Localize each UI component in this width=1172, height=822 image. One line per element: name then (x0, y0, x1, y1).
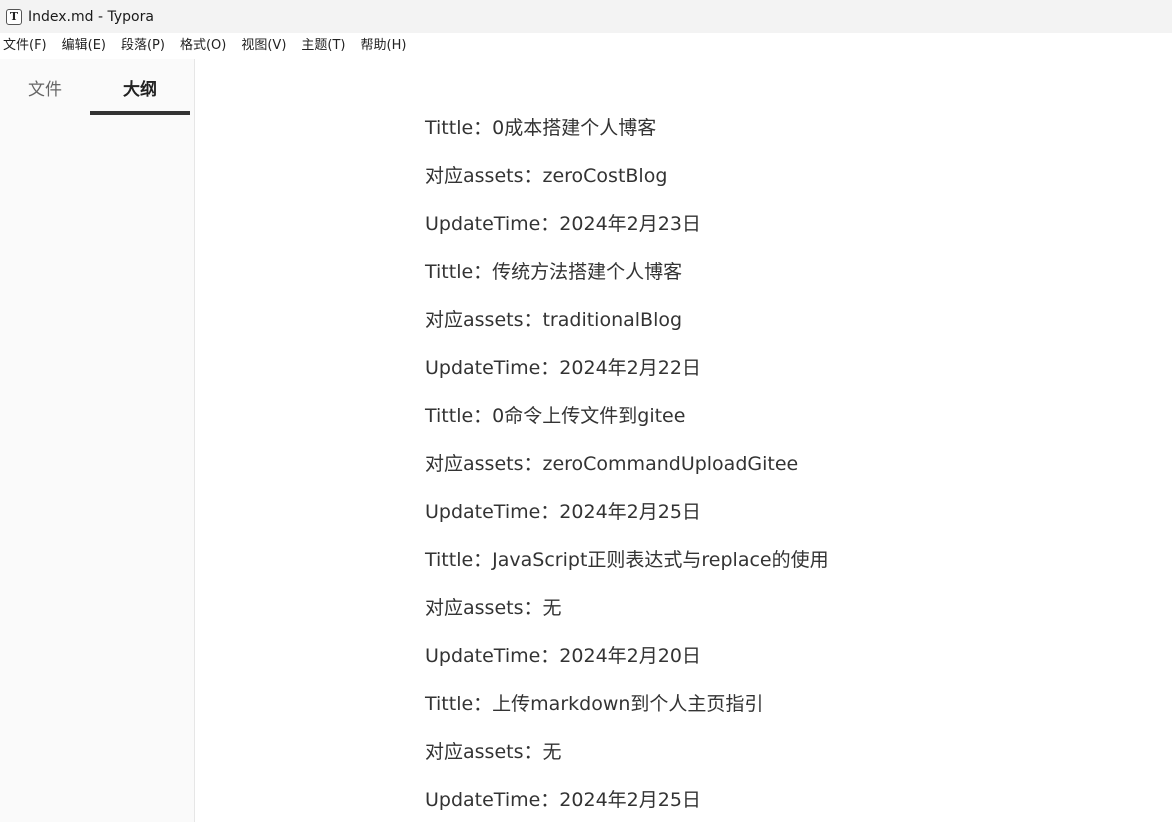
menu-theme[interactable]: 主题(T) (298, 33, 352, 59)
document-paragraph[interactable]: 对应assets：zeroCostBlog (425, 163, 1125, 211)
document-paragraph[interactable]: Tittle：0命令上传文件到gitee (425, 403, 1125, 451)
document-paragraph[interactable]: UpdateTime：2024年2月22日 (425, 355, 1125, 403)
menu-paragraph[interactable]: 段落(P) (118, 33, 172, 59)
menu-edit[interactable]: 编辑(E) (59, 33, 113, 59)
document-paragraph[interactable]: Tittle：JavaScript正则表达式与replace的使用 (425, 547, 1125, 595)
menu-help[interactable]: 帮助(H) (358, 33, 414, 59)
document-paragraph[interactable]: Tittle：传统方法搭建个人博客 (425, 259, 1125, 307)
sidebar: 文件 大纲 (0, 59, 195, 822)
document-paragraph[interactable]: UpdateTime：2024年2月25日 (425, 499, 1125, 547)
menu-view[interactable]: 视图(V) (238, 33, 293, 59)
typora-app-icon: T (6, 8, 22, 25)
tab-outline[interactable]: 大纲 (90, 59, 190, 115)
window-title: Index.md - Typora (28, 8, 154, 25)
menu-bar: 文件(F) 编辑(E) 段落(P) 格式(O) 视图(V) 主题(T) 帮助(H… (0, 33, 1172, 59)
document-paragraph[interactable]: UpdateTime：2024年2月23日 (425, 211, 1125, 259)
document-paragraph[interactable]: 对应assets：traditionalBlog (425, 307, 1125, 355)
document-paragraph[interactable]: 对应assets：zeroCommandUploadGitee (425, 451, 1125, 499)
sidebar-tabs: 文件 大纲 (0, 59, 194, 115)
document-paragraph[interactable]: UpdateTime：2024年2月20日 (425, 643, 1125, 691)
document-paragraph[interactable]: 对应assets：无 (425, 595, 1125, 643)
menu-format[interactable]: 格式(O) (177, 33, 233, 59)
tab-files[interactable]: 文件 (0, 59, 90, 115)
document-paragraph[interactable]: UpdateTime：2024年2月25日 (425, 787, 1125, 822)
document-paragraph[interactable]: Tittle：0成本搭建个人博客 (425, 115, 1125, 163)
title-bar: T Index.md - Typora (0, 0, 1172, 33)
menu-file[interactable]: 文件(F) (0, 33, 54, 59)
editor-area[interactable]: Tittle：0成本搭建个人博客 对应assets：zeroCostBlog Upd… (195, 59, 1172, 822)
document-paragraph[interactable]: Tittle：上传markdown到个人主页指引 (425, 691, 1125, 739)
document-paragraph[interactable]: 对应assets：无 (425, 739, 1125, 787)
document-content[interactable]: Tittle：0成本搭建个人博客 对应assets：zeroCostBlog Upd… (425, 115, 1125, 822)
